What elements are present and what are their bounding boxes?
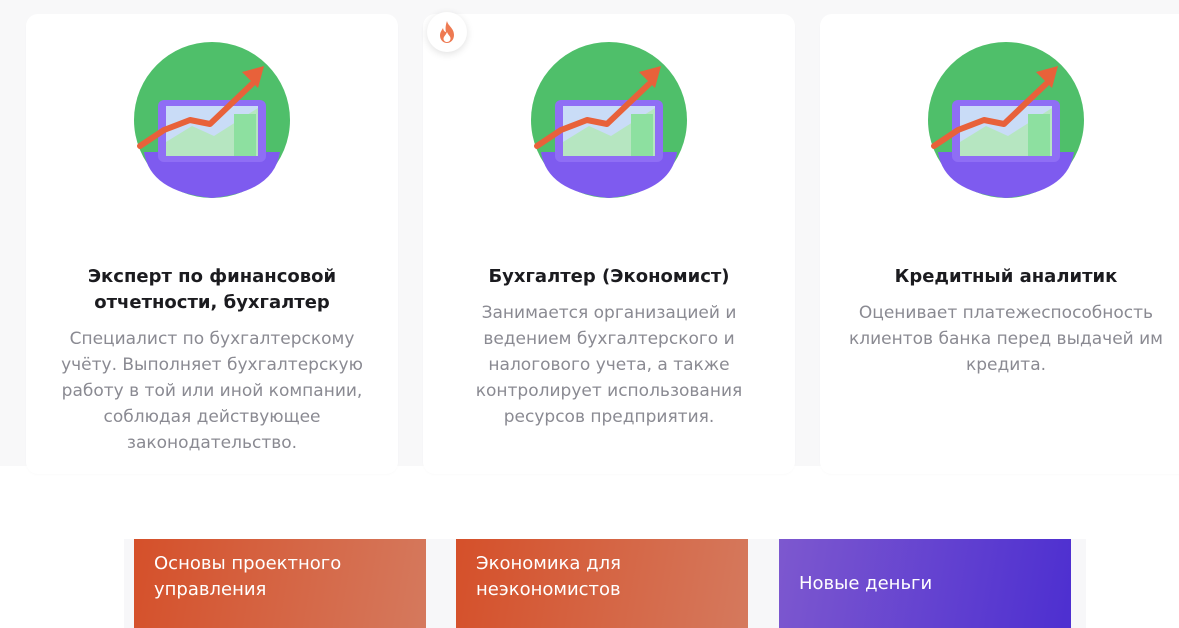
course-label: Новые деньги — [799, 572, 933, 594]
card-description: Оценивает платежеспособность клиентов ба… — [848, 303, 1163, 375]
profession-card-financial-expert[interactable]: Эксперт по финансовой отчетности, бухгал… — [26, 14, 398, 474]
card-description: Занимается организацией и ведением бухга… — [475, 303, 743, 427]
growth-chart-laptop-icon — [531, 42, 687, 198]
card-description: Специалист по бухгалтерскому учёту. Выпо… — [61, 329, 363, 453]
growth-chart-laptop-icon — [928, 42, 1084, 198]
profession-card-credit-analyst[interactable]: Кредитный аналитик Оценивает платежеспос… — [820, 14, 1179, 474]
profession-card-accountant[interactable]: Бухгалтер (Экономист) Занимается организ… — [423, 14, 795, 474]
course-card-project-management[interactable]: Основы проектного управления — [134, 539, 426, 628]
course-label: Основы проектного управления — [154, 553, 342, 600]
card-title: Эксперт по финансовой отчетности, бухгал… — [87, 266, 337, 313]
card-title: Бухгалтер (Экономист) — [488, 266, 730, 287]
growth-chart-laptop-icon — [134, 42, 290, 198]
card-title: Кредитный аналитик — [894, 266, 1118, 287]
fire-icon — [440, 21, 454, 43]
course-card-economics[interactable]: Экономика для неэкономистов — [456, 539, 748, 628]
popular-badge — [427, 12, 467, 52]
course-card-new-money[interactable]: Новые деньги — [779, 539, 1071, 628]
course-label: Экономика для неэкономистов — [476, 553, 621, 600]
